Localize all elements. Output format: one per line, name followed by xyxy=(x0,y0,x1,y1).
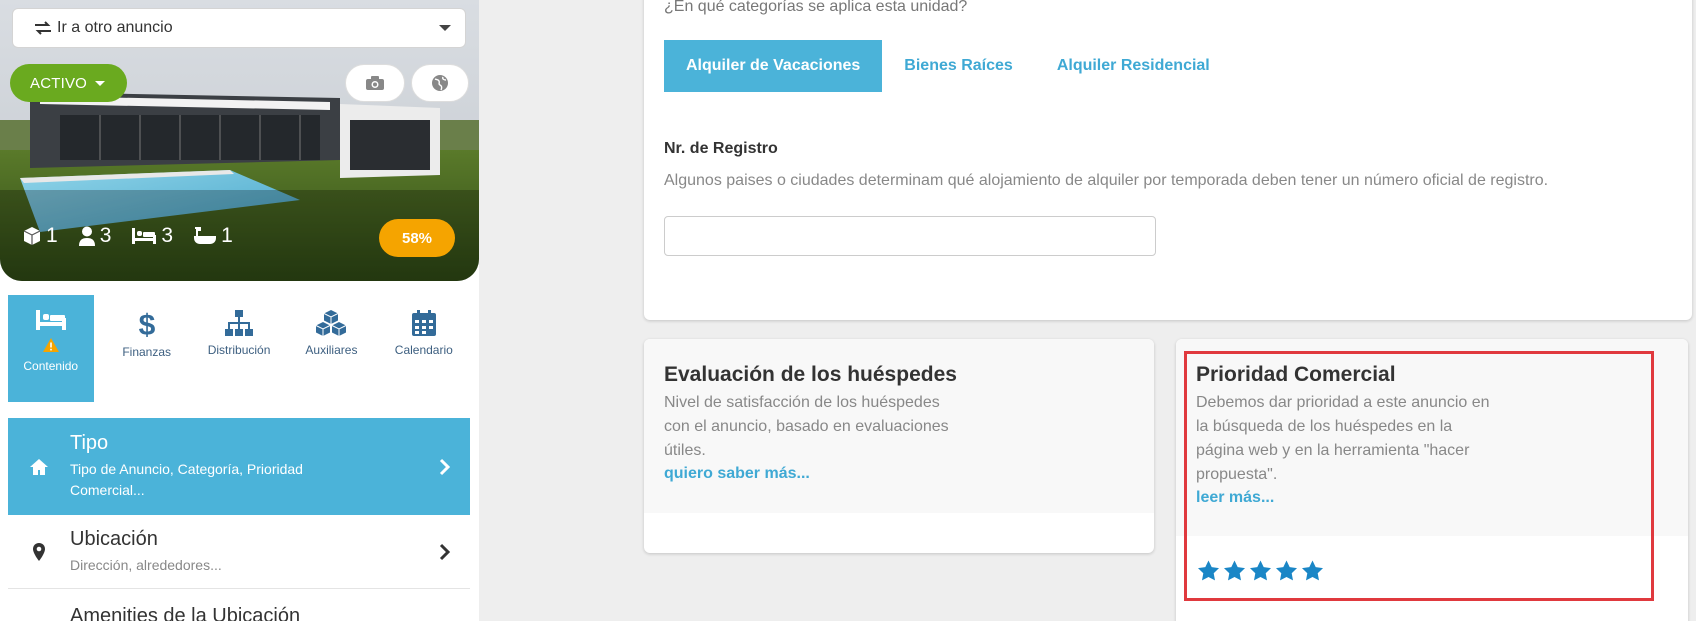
menu-item-subtitle: Tipo de Anuncio, Categoría, Prioridad Co… xyxy=(70,461,303,498)
dollar-icon: $ xyxy=(138,309,155,339)
camera-icon xyxy=(366,76,384,90)
calendar-icon xyxy=(411,310,436,336)
home-icon xyxy=(30,458,48,475)
registration-help: Algunos paises o ciudades determinam qué… xyxy=(664,172,1549,189)
chevron-right-icon xyxy=(439,543,451,560)
guest-rating-title: Evaluación de los huéspedes xyxy=(664,363,957,386)
chevron-down-icon xyxy=(439,25,451,31)
menu-item-ubicacion[interactable]: Ubicación Dirección, alrededores... xyxy=(8,515,470,589)
svg-text:$: $ xyxy=(138,309,155,339)
star-icon[interactable] xyxy=(1274,559,1299,583)
photos-button[interactable] xyxy=(345,64,405,102)
bath-icon xyxy=(194,227,217,244)
star-icon[interactable] xyxy=(1300,559,1325,583)
caret-down-icon xyxy=(95,80,106,86)
priority-card: Prioridad Comercial Debemos dar priorida… xyxy=(1176,339,1688,621)
bed-icon xyxy=(132,228,157,244)
baths-count: 1 xyxy=(221,224,233,247)
star-icon[interactable] xyxy=(1248,559,1273,583)
go-to-listing-select[interactable]: Ir a otro anuncio xyxy=(12,8,466,48)
guests-stat: 3 xyxy=(78,224,112,248)
sitemap-icon xyxy=(225,310,254,336)
registration-label: Nr. de Registro xyxy=(664,140,778,157)
bed-icon xyxy=(35,310,66,330)
menu-item-tipo[interactable]: Tipo Tipo de Anuncio, Categoría, Priorid… xyxy=(8,418,470,515)
tab-label: Finanzas xyxy=(122,345,172,359)
cube-icon xyxy=(23,227,41,245)
tab-label: Contenido xyxy=(23,359,79,373)
menu-item-title: Tipo xyxy=(70,432,109,454)
category-alquiler-residencial[interactable]: Alquiler Residencial xyxy=(1035,40,1232,92)
tab-finanzas[interactable]: $ Finanzas xyxy=(101,295,193,402)
category-alquiler-vacaciones[interactable]: Alquiler de Vacaciones xyxy=(664,40,883,92)
cubes-icon xyxy=(316,310,347,336)
priority-more-link[interactable]: leer más... xyxy=(1196,489,1274,507)
status-label: ACTIVO xyxy=(30,74,88,92)
section-tabs: Contenido $ Finanzas Distribución Auxili… xyxy=(8,295,470,402)
tab-label: Auxiliares xyxy=(305,343,358,357)
tab-label: Calendario xyxy=(394,343,453,357)
category-options: Alquiler de Vacaciones Bienes Raíces Alq… xyxy=(664,40,1232,92)
status-dropdown-button[interactable]: ACTIVO xyxy=(10,64,128,102)
listing-stats: 1 3 3 1 xyxy=(22,224,253,248)
units-count: 1 xyxy=(46,224,58,247)
units-stat: 1 xyxy=(22,224,58,248)
listing-photo: Ir a otro anuncio ACTIVO 1 3 3 1 58% xyxy=(0,0,479,281)
web-view-button[interactable] xyxy=(411,64,469,102)
categories-question: ¿En qué categorías se aplica esta unidad… xyxy=(664,0,968,15)
category-bienes-raices[interactable]: Bienes Raíces xyxy=(882,40,1035,92)
chevron-right-icon xyxy=(439,458,451,475)
globe-icon xyxy=(432,75,448,91)
completion-badge: 58% xyxy=(379,219,455,257)
guest-rating-card: Evaluación de los huéspedes Nivel de sat… xyxy=(644,339,1154,553)
beds-stat: 3 xyxy=(131,224,173,248)
priority-title: Prioridad Comercial xyxy=(1196,363,1396,386)
star-icon[interactable] xyxy=(1222,559,1247,583)
tab-calendario[interactable]: Calendario xyxy=(378,295,470,402)
tab-distribucion[interactable]: Distribución xyxy=(193,295,285,402)
guest-rating-more-link[interactable]: quiero saber más... xyxy=(664,465,810,483)
menu-item-amenities[interactable]: Amenities de la Ubicación xyxy=(8,589,470,621)
listing-sidebar: Ir a otro anuncio ACTIVO 1 3 3 1 58% Con… xyxy=(0,0,479,621)
tab-auxiliares[interactable]: Auxiliares xyxy=(285,295,377,402)
priority-description: Debemos dar prioridad a este anuncio en … xyxy=(1196,394,1490,483)
menu-item-title: Amenities de la Ubicación xyxy=(70,604,301,621)
registration-number-input[interactable] xyxy=(664,216,1156,256)
go-to-listing-label: Ir a otro anuncio xyxy=(57,19,173,36)
menu-item-subtitle: Dirección, alrededores... xyxy=(70,556,222,573)
section-menu: Tipo Tipo de Anuncio, Categoría, Priorid… xyxy=(8,418,470,621)
tab-label: Distribución xyxy=(207,343,271,357)
category-card: ¿En qué categorías se aplica esta unidad… xyxy=(644,0,1692,320)
warning-icon xyxy=(42,338,59,352)
baths-stat: 1 xyxy=(193,224,233,248)
priority-stars[interactable] xyxy=(1196,559,1326,583)
menu-item-title: Ubicación xyxy=(70,527,158,550)
star-icon[interactable] xyxy=(1196,559,1221,583)
beds-count: 3 xyxy=(161,224,174,247)
user-icon xyxy=(78,226,95,246)
tab-contenido[interactable]: Contenido xyxy=(8,295,94,402)
map-marker-icon xyxy=(33,542,45,561)
guest-rating-description: Nivel de satisfacción de los huéspedes c… xyxy=(664,394,949,459)
exchange-icon xyxy=(33,20,53,36)
guests-count: 3 xyxy=(99,224,112,247)
